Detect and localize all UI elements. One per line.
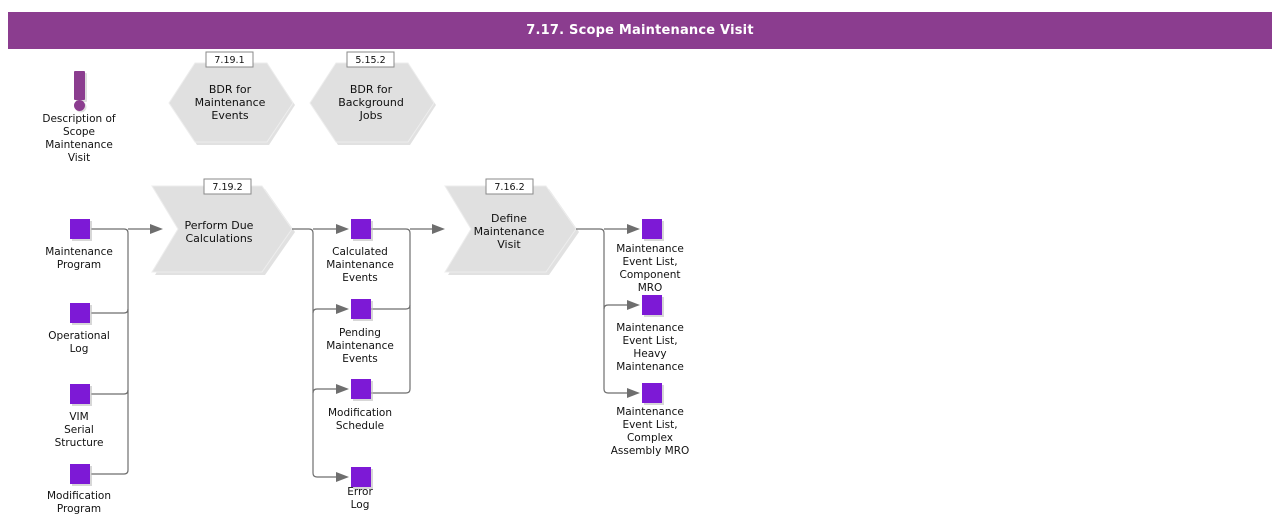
exclamation-icon-dot — [74, 100, 85, 111]
hexagon-label-1-line-1: Maintenance — [195, 96, 266, 109]
process-define-maintenance-visit[interactable]: 7.16.2 Define Maintenance Visit — [444, 178, 579, 275]
process-label-1-line-1: Calculations — [185, 232, 252, 245]
output-label-1-line-3: Maintenance — [616, 361, 684, 373]
node-box — [70, 219, 90, 239]
output-label-0-line-3: MRO — [638, 282, 663, 294]
description-note-line-1: Scope — [63, 126, 95, 138]
output-node-maintenance-event-list-complex-assembly-mro[interactable]: Maintenance Event List, Complex Assembly… — [611, 383, 690, 457]
intermediate-label-0-line-2: Events — [342, 272, 378, 284]
description-note-line-0: Description of — [42, 113, 116, 125]
intermediate-node-error-log[interactable]: Error Log — [347, 467, 373, 511]
intermediate-label-3-line-1: Log — [351, 499, 370, 511]
node-box — [351, 219, 371, 239]
output-label-1-line-2: Heavy — [633, 348, 666, 360]
process-label-2-line-2: Visit — [497, 238, 521, 251]
output-label-2-line-1: Event List, — [622, 419, 677, 431]
hexagon-label-1-line-0: BDR for — [209, 83, 252, 96]
input-label-0-line-0: Maintenance — [45, 246, 113, 258]
intermediate-label-1-line-0: Pending — [339, 327, 381, 339]
node-box — [642, 383, 662, 403]
output-label-2-line-2: Complex — [627, 432, 673, 444]
node-box — [351, 467, 371, 487]
input-label-2-line-2: Structure — [55, 437, 104, 449]
output-label-0-line-0: Maintenance — [616, 243, 684, 255]
node-box — [70, 384, 90, 404]
intermediate-label-0-line-1: Maintenance — [326, 259, 394, 271]
exclamation-icon-bar — [74, 71, 85, 100]
process-label-1-line-0: Perform Due — [185, 219, 254, 232]
output-node-maintenance-event-list-component-mro[interactable]: Maintenance Event List, Component MRO — [616, 219, 684, 294]
node-box — [642, 219, 662, 239]
description-note-line-2: Maintenance — [45, 139, 113, 151]
node-box — [351, 379, 371, 399]
intermediate-label-0-line-0: Calculated — [332, 246, 388, 258]
flow-diagram-canvas: Description of Scope Maintenance Visit 7… — [42, 51, 690, 515]
intermediate-label-1-line-2: Events — [342, 353, 378, 365]
diagram-root: 7.17. Scope Maintenance Visit Descriptio… — [0, 0, 1280, 522]
output-label-0-line-1: Event List, — [622, 256, 677, 268]
output-label-0-line-2: Component — [620, 269, 681, 281]
output-label-1-line-1: Event List, — [622, 335, 677, 347]
output-node-maintenance-event-list-heavy-maintenance[interactable]: Maintenance Event List, Heavy Maintenanc… — [616, 295, 684, 373]
hexagon-label-1-line-2: Events — [211, 109, 249, 122]
arrowhead-to-process-1 — [150, 224, 163, 234]
process-tag-2: 7.16.2 — [494, 182, 524, 193]
node-box — [70, 464, 90, 484]
description-note-line-3: Visit — [68, 152, 90, 164]
intermediate-label-3-line-0: Error — [347, 486, 373, 498]
input-label-3-line-0: Modification — [47, 490, 111, 502]
output-label-2-line-0: Maintenance — [616, 406, 684, 418]
output-label-2-line-3: Assembly MRO — [611, 445, 690, 457]
hexagon-label-2-line-2: Jobs — [359, 109, 383, 122]
process-label-2-line-0: Define — [491, 212, 527, 225]
description-note[interactable]: Description of Scope Maintenance Visit — [42, 71, 116, 164]
hexagon-label-2-line-1: Background — [338, 96, 404, 109]
hexagon-bdr-maintenance-events[interactable]: 7.19.1 BDR for Maintenance Events — [168, 51, 295, 145]
arrowhead-to-process-2 — [432, 224, 445, 234]
input-label-1-line-1: Log — [70, 343, 89, 355]
process-label-2-line-1: Maintenance — [474, 225, 545, 238]
hexagon-label-2-line-0: BDR for — [350, 83, 393, 96]
input-node-modification-program[interactable]: Modification Program — [47, 464, 111, 515]
hexagon-tag-1: 7.19.1 — [214, 55, 244, 66]
input-label-1-line-0: Operational — [48, 330, 110, 342]
intermediate-label-2-line-1: Schedule — [336, 420, 384, 432]
input-label-2-line-0: VIM — [69, 411, 88, 423]
node-box — [70, 303, 90, 323]
input-label-2-line-1: Serial — [64, 424, 94, 436]
hexagon-tag-2: 5.15.2 — [355, 55, 385, 66]
node-box — [351, 299, 371, 319]
input-label-0-line-1: Program — [57, 259, 101, 271]
intermediate-label-1-line-1: Maintenance — [326, 340, 394, 352]
input-node-operational-log[interactable]: Operational Log — [48, 303, 110, 355]
process-tag-1: 7.19.2 — [212, 182, 242, 193]
hexagon-bdr-background-jobs[interactable]: 5.15.2 BDR for Background Jobs — [309, 51, 436, 145]
output-label-1-line-0: Maintenance — [616, 322, 684, 334]
intermediate-label-2-line-0: Modification — [328, 407, 392, 419]
input-node-maintenance-program[interactable]: Maintenance Program — [45, 219, 113, 271]
input-label-3-line-1: Program — [57, 503, 101, 515]
process-perform-due-calculations[interactable]: 7.19.2 Perform Due Calculations — [151, 178, 295, 275]
node-box — [642, 295, 662, 315]
